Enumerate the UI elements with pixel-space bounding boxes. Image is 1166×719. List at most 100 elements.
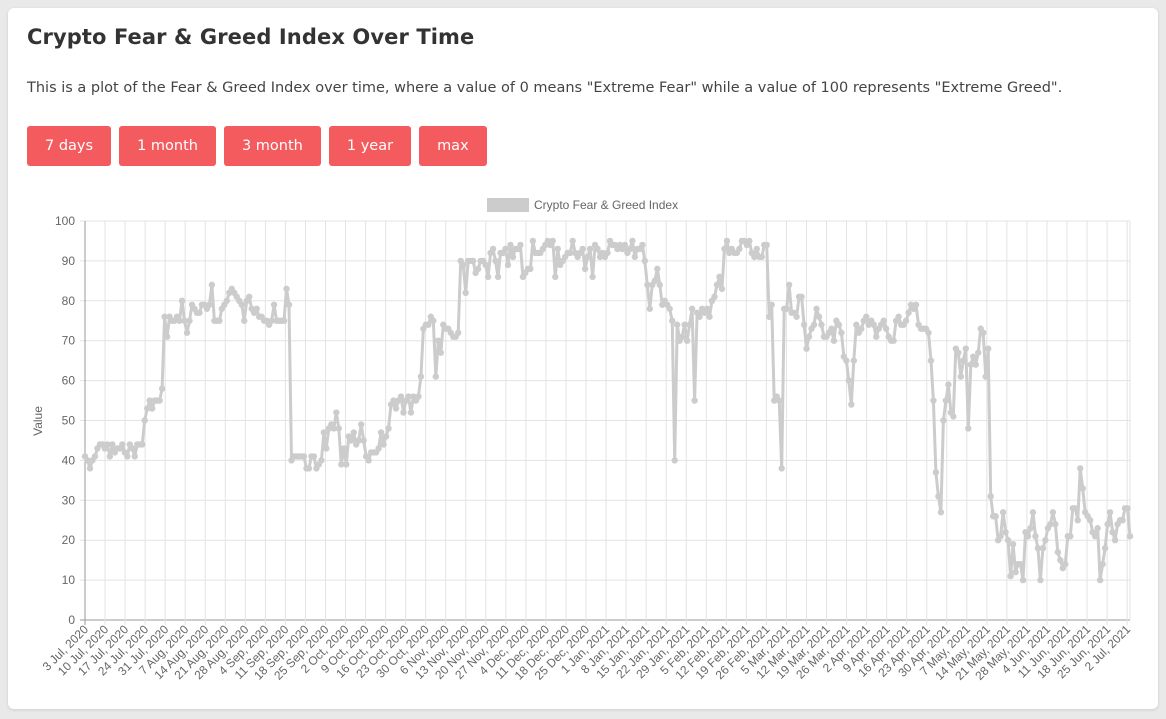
data-point	[340, 445, 347, 452]
data-point	[942, 397, 950, 404]
data-point	[950, 413, 957, 420]
data-point	[437, 349, 444, 356]
y-tick-label: 0	[68, 613, 75, 627]
data-point	[646, 305, 653, 312]
data-point	[678, 333, 686, 340]
data-point	[285, 301, 293, 308]
data-point	[502, 245, 509, 253]
data-point	[129, 445, 136, 452]
data-point	[1106, 509, 1114, 516]
legend[interactable]: Crypto Fear & Greed Index	[487, 198, 678, 212]
data-point	[156, 397, 163, 404]
y-tick-label: 90	[62, 254, 76, 268]
data-point	[1109, 529, 1116, 536]
data-point	[196, 309, 203, 316]
data-point	[845, 377, 853, 384]
data-point	[469, 257, 477, 265]
data-point	[333, 409, 340, 416]
data-point	[753, 245, 760, 253]
data-point	[270, 301, 278, 308]
data-point	[1086, 517, 1094, 524]
data-point	[430, 317, 437, 324]
data-point	[671, 457, 678, 464]
data-point	[843, 357, 850, 364]
data-point	[1077, 465, 1084, 472]
grid-lines	[80, 220, 1131, 625]
data-point	[343, 461, 350, 468]
data-point	[517, 241, 524, 249]
data-point	[999, 509, 1007, 516]
data-point	[594, 245, 601, 253]
data-point	[1017, 560, 1024, 568]
data-point	[163, 333, 171, 340]
data-point	[385, 425, 392, 432]
data-point	[1012, 568, 1019, 576]
data-point	[238, 301, 245, 308]
data-point	[554, 245, 561, 253]
data-point	[158, 385, 166, 392]
data-point	[711, 293, 718, 301]
data-point	[589, 273, 596, 281]
data-point	[895, 313, 902, 320]
series-line	[83, 239, 1132, 582]
data-point	[1099, 560, 1106, 568]
data-point	[980, 329, 987, 336]
data-point	[335, 425, 342, 432]
y-tick-label: 70	[62, 334, 76, 348]
data-point	[459, 261, 467, 269]
data-point	[1067, 533, 1074, 540]
data-point	[417, 373, 425, 380]
data-point	[360, 437, 367, 444]
data-point	[746, 237, 753, 245]
data-point	[246, 293, 253, 301]
data-point	[527, 265, 534, 273]
data-point	[805, 333, 813, 340]
data-point	[848, 401, 855, 408]
data-point	[392, 405, 400, 412]
data-point	[1007, 572, 1014, 580]
data-point	[768, 301, 775, 308]
data-point	[858, 325, 865, 332]
data-point	[997, 533, 1004, 540]
data-point	[183, 329, 191, 336]
data-point	[785, 281, 793, 289]
y-tick-label: 60	[62, 374, 76, 388]
data-point	[91, 453, 99, 460]
data-point	[584, 253, 591, 261]
data-point	[509, 253, 517, 261]
data-point	[1039, 544, 1047, 552]
data-point	[1009, 540, 1017, 548]
data-point	[492, 257, 499, 265]
data-point	[382, 433, 390, 440]
data-point	[106, 453, 114, 460]
data-point	[965, 425, 972, 432]
data-point	[425, 321, 432, 328]
y-tick-label: 30	[62, 493, 76, 507]
data-point	[186, 317, 193, 324]
data-point	[1019, 576, 1027, 584]
data-point	[1104, 521, 1111, 528]
y-tick-label: 10	[62, 573, 76, 587]
data-point	[912, 301, 920, 308]
data-point	[960, 357, 967, 364]
data-point	[815, 313, 823, 320]
data-point	[758, 253, 765, 261]
data-point	[348, 437, 355, 444]
data-point	[489, 245, 497, 253]
data-point	[723, 237, 731, 245]
data-point	[813, 305, 820, 312]
data-point	[552, 273, 559, 281]
data-point	[216, 317, 223, 324]
data-point	[1032, 533, 1039, 540]
y-tick-label: 40	[62, 453, 76, 467]
data-point	[940, 417, 947, 424]
data-point	[905, 309, 912, 316]
data-point	[982, 373, 989, 380]
data-point	[863, 313, 870, 320]
data-point	[972, 361, 979, 368]
data-point	[1079, 485, 1086, 492]
data-point	[793, 313, 800, 320]
data-point	[1002, 529, 1009, 536]
data-point	[706, 313, 713, 320]
data-point	[803, 345, 810, 352]
